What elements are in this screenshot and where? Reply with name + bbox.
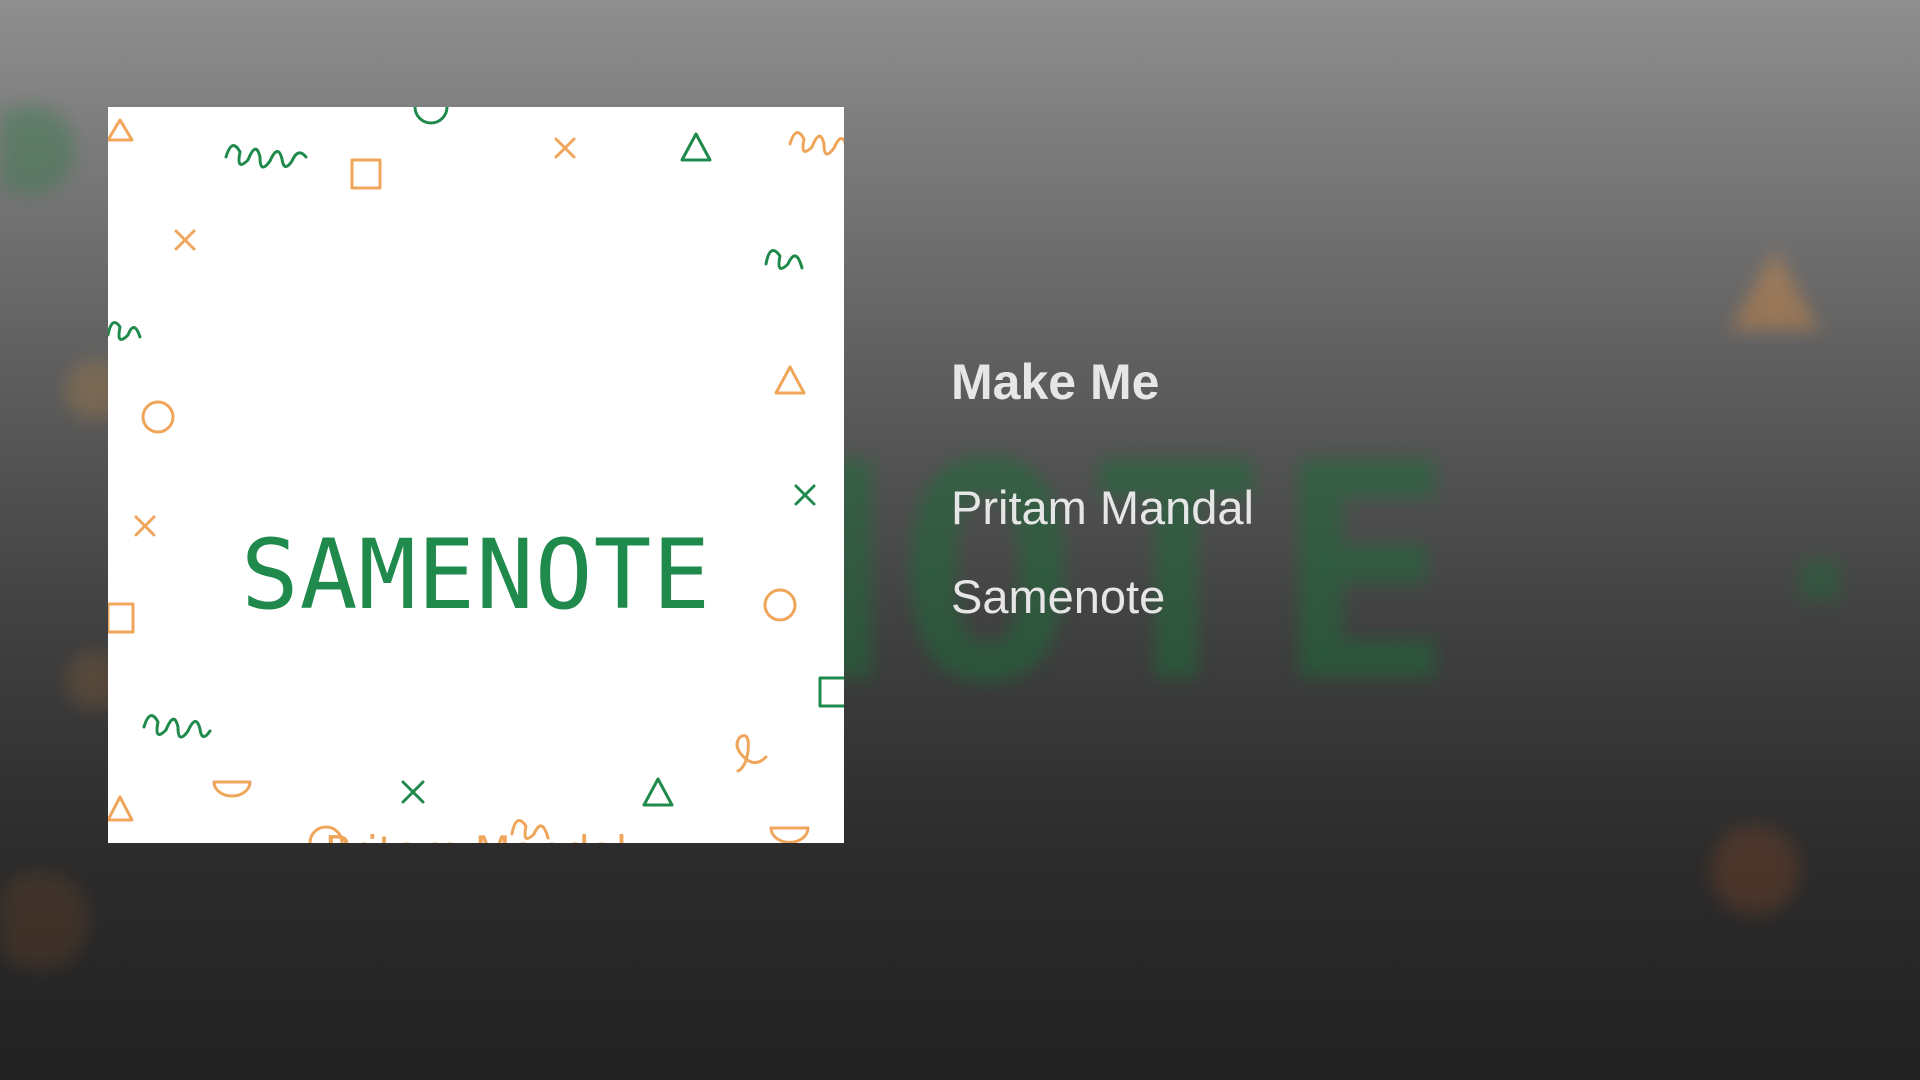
cross-icon: [174, 229, 196, 251]
cross-icon: [401, 780, 425, 804]
album-cover-title: SAMENOTE: [240, 519, 712, 631]
track-title: Make Me: [951, 354, 1160, 410]
semicircle-icon: [413, 107, 449, 125]
circle-icon: [141, 400, 175, 434]
triangle-icon: [774, 365, 806, 395]
album-cover: SAMENOTE Pritam Mandal: [108, 107, 844, 843]
loop-squiggle-icon: [108, 321, 142, 341]
track-info: Make Me Pritam Mandal Samenote: [951, 350, 1254, 627]
cross-icon: [794, 484, 816, 506]
loop-squiggle-icon: [142, 714, 212, 739]
bowl-icon: [212, 780, 252, 798]
track-artist: Pritam Mandal: [951, 481, 1254, 534]
square-icon: [350, 158, 382, 190]
cross-icon: [554, 137, 576, 159]
video-frame: ENOTE SAMENOTE Make Me Pritam Mandal Sam…: [0, 0, 1920, 1080]
loop-squiggle-icon: [224, 144, 308, 169]
loop-squiggle-icon: [788, 131, 844, 156]
album-cover-artist: Pritam Mandal: [108, 827, 844, 843]
triangle-icon: [108, 118, 134, 142]
album-cover-doodles: [108, 107, 844, 843]
loop-squiggle-icon: [764, 249, 804, 270]
track-album: Samenote: [951, 570, 1166, 623]
triangle-icon: [642, 777, 674, 807]
loop-squiggle-icon: [735, 734, 768, 773]
triangle-icon: [680, 132, 712, 162]
square-icon: [818, 676, 844, 708]
triangle-icon: [108, 795, 134, 822]
